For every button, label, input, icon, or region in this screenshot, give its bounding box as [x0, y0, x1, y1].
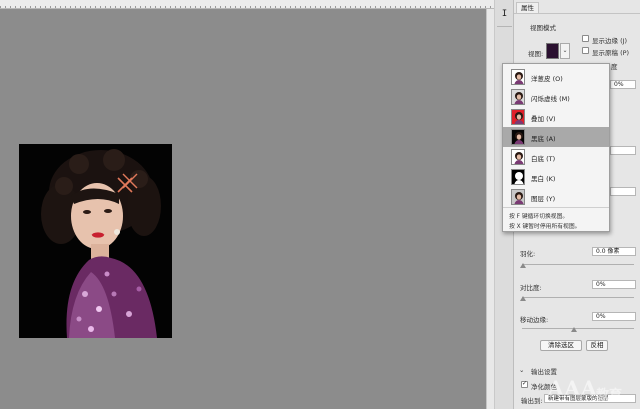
on-white-thumbnail [511, 149, 525, 165]
contrast-slider-thumb[interactable] [520, 296, 526, 301]
on-black-thumbnail [511, 129, 525, 145]
tool-divider [497, 26, 512, 27]
menu-option-label: 洋葱皮 (O) [531, 75, 563, 83]
black-white-thumbnail [511, 169, 525, 185]
menu-option-marching-ants[interactable]: 闪烁虚线 (M) [503, 87, 609, 107]
onion-skin-thumbnail [511, 69, 525, 85]
view-label: 视图: [528, 50, 544, 58]
watermark-text: 教育 [596, 388, 623, 403]
partial-label: 度 [611, 63, 618, 71]
horizontal-ruler [0, 0, 494, 9]
panel-divider [514, 13, 640, 14]
watermark-logo: AAA [548, 376, 598, 400]
menu-option-on-white[interactable]: 白底 (T) [503, 147, 609, 167]
feather-input[interactable]: 0.0 像素 [592, 247, 636, 256]
menu-option-on-black[interactable]: 黑底 (A) [503, 127, 609, 147]
decontaminate-checkbox[interactable] [521, 380, 528, 388]
menu-option-label: 黑白 (K) [531, 175, 556, 183]
view-dropdown-caret-icon[interactable]: ⌄ [560, 43, 570, 59]
canvas-vertical-scrollbar[interactable] [486, 9, 494, 409]
marching-ants-thumbnail [511, 89, 525, 105]
partial-value-field[interactable]: 0% [610, 80, 636, 89]
menu-hint-cycle: 按 F 键循环切换视图。 [509, 214, 569, 220]
feather-slider-thumb[interactable] [520, 263, 526, 268]
contrast-slider[interactable] [522, 297, 634, 298]
view-thumbnail[interactable] [546, 43, 559, 59]
hidden-field-1[interactable] [610, 146, 636, 155]
feather-label: 羽化: [520, 250, 536, 258]
on-layers-thumbnail [511, 189, 525, 205]
refine-brush-icon[interactable]: ⵊ [498, 8, 511, 21]
show-edge-label: 显示边缘 (J) [592, 37, 628, 45]
menu-option-on-layers[interactable]: 图层 (Y) [503, 187, 609, 207]
menu-hint-disable: 按 X 键暂时停用所有视图。 [509, 224, 581, 230]
shift-edge-label: 移动边缘: [520, 316, 549, 324]
feather-slider[interactable] [522, 264, 634, 265]
menu-option-label: 叠加 (V) [531, 115, 556, 123]
output-settings-heading: 输出设置 [531, 368, 557, 376]
menu-option-overlay[interactable]: 叠加 (V) [503, 107, 609, 127]
menu-option-label: 黑底 (A) [531, 135, 556, 143]
contrast-input[interactable]: 0% [592, 280, 636, 289]
menu-divider [503, 207, 609, 208]
view-mode-menu: 洋葱皮 (O) 闪烁虚线 (M) 叠加 (V) 黑底 (A) 白底 (T) 黑白… [502, 63, 610, 232]
show-original-checkbox[interactable] [582, 47, 589, 54]
portrait-photo [19, 144, 172, 338]
hidden-field-2[interactable] [610, 187, 636, 196]
shift-edge-slider[interactable] [522, 328, 634, 329]
show-edge-checkbox[interactable] [582, 35, 589, 42]
show-original-label: 显示原稿 (P) [592, 49, 630, 57]
tab-properties[interactable]: 属性 [516, 2, 539, 13]
menu-option-label: 图层 (Y) [531, 195, 556, 203]
menu-option-label: 闪烁虚线 (M) [531, 95, 570, 103]
menu-option-label: 白底 (T) [531, 155, 556, 163]
view-mode-heading: 视图模式 [530, 24, 556, 32]
menu-option-black-white[interactable]: 黑白 (K) [503, 167, 609, 187]
clear-selection-button[interactable]: 清除选区 [540, 340, 582, 351]
menu-option-onion-skin[interactable]: 洋葱皮 (O) [503, 67, 609, 87]
shift-edge-slider-thumb[interactable] [571, 327, 577, 332]
contrast-label: 对比度: [520, 284, 542, 292]
invert-button[interactable]: 反相 [586, 340, 608, 351]
output-collapse-chevron-icon[interactable]: ⌄ [519, 366, 524, 374]
portrait-image [19, 144, 172, 338]
overlay-thumbnail [511, 109, 525, 125]
output-to-label: 输出到: [521, 397, 543, 405]
shift-edge-input[interactable]: 0% [592, 312, 636, 321]
